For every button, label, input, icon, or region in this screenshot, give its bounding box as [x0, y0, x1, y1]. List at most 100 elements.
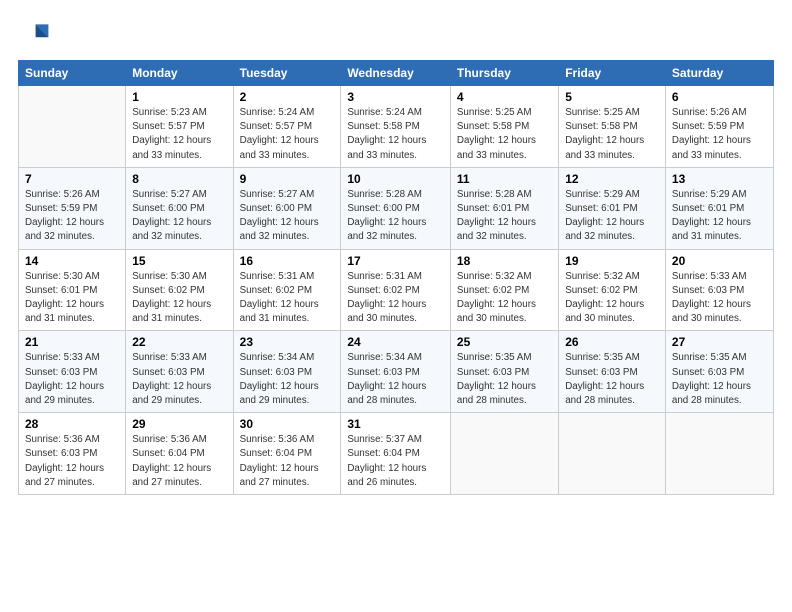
week-row-3: 14 Sunrise: 5:30 AM Sunset: 6:01 PM Dayli…: [19, 249, 774, 331]
day-number: 13: [672, 172, 767, 186]
day-number: 9: [240, 172, 335, 186]
week-row-2: 7 Sunrise: 5:26 AM Sunset: 5:59 PM Daylig…: [19, 167, 774, 249]
day-cell: 12 Sunrise: 5:29 AM Sunset: 6:01 PM Dayli…: [559, 167, 666, 249]
day-cell: 1 Sunrise: 5:23 AM Sunset: 5:57 PM Daylig…: [126, 86, 233, 168]
day-cell: 27 Sunrise: 5:35 AM Sunset: 6:03 PM Dayli…: [665, 331, 773, 413]
day-info: Sunrise: 5:27 AM Sunset: 6:00 PM Dayligh…: [132, 188, 226, 245]
day-number: 1: [132, 90, 226, 104]
day-info: Sunrise: 5:36 AM Sunset: 6:04 PM Dayligh…: [132, 433, 226, 490]
col-header-friday: Friday: [559, 61, 666, 86]
week-row-1: 1 Sunrise: 5:23 AM Sunset: 5:57 PM Daylig…: [19, 86, 774, 168]
col-header-tuesday: Tuesday: [233, 61, 341, 86]
day-number: 14: [25, 254, 119, 268]
day-number: 23: [240, 335, 335, 349]
day-cell: 30 Sunrise: 5:36 AM Sunset: 6:04 PM Dayli…: [233, 413, 341, 495]
day-cell: 18 Sunrise: 5:32 AM Sunset: 6:02 PM Dayli…: [450, 249, 558, 331]
day-number: 2: [240, 90, 335, 104]
day-info: Sunrise: 5:26 AM Sunset: 5:59 PM Dayligh…: [25, 188, 119, 245]
day-cell: 11Sunrise: 5:28 AM Sunset: 6:01 PM Dayli…: [450, 167, 558, 249]
day-number: 22: [132, 335, 226, 349]
day-info: Sunrise: 5:27 AM Sunset: 6:00 PM Dayligh…: [240, 188, 335, 245]
day-number: 15: [132, 254, 226, 268]
day-number: 24: [347, 335, 444, 349]
header: [18, 18, 774, 50]
day-number: 19: [565, 254, 659, 268]
day-info: Sunrise: 5:31 AM Sunset: 6:02 PM Dayligh…: [347, 270, 444, 327]
day-number: 6: [672, 90, 767, 104]
day-number: 18: [457, 254, 552, 268]
calendar-table: SundayMondayTuesdayWednesdayThursdayFrid…: [18, 60, 774, 495]
day-number: 28: [25, 417, 119, 431]
day-cell: 17 Sunrise: 5:31 AM Sunset: 6:02 PM Dayli…: [341, 249, 451, 331]
day-info: Sunrise: 5:29 AM Sunset: 6:01 PM Dayligh…: [672, 188, 767, 245]
day-cell: 22 Sunrise: 5:33 AM Sunset: 6:03 PM Dayli…: [126, 331, 233, 413]
day-cell: 16 Sunrise: 5:31 AM Sunset: 6:02 PM Dayli…: [233, 249, 341, 331]
day-cell: 6Sunrise: 5:26 AM Sunset: 5:59 PM Daylig…: [665, 86, 773, 168]
day-info: Sunrise: 5:31 AM Sunset: 6:02 PM Dayligh…: [240, 270, 335, 327]
day-info: Sunrise: 5:25 AM Sunset: 5:58 PM Dayligh…: [457, 106, 552, 163]
col-header-saturday: Saturday: [665, 61, 773, 86]
day-info: Sunrise: 5:35 AM Sunset: 6:03 PM Dayligh…: [565, 351, 659, 408]
day-info: Sunrise: 5:35 AM Sunset: 6:03 PM Dayligh…: [672, 351, 767, 408]
day-cell: 7 Sunrise: 5:26 AM Sunset: 5:59 PM Daylig…: [19, 167, 126, 249]
day-cell: 26 Sunrise: 5:35 AM Sunset: 6:03 PM Dayli…: [559, 331, 666, 413]
day-cell: 31Sunrise: 5:37 AM Sunset: 6:04 PM Dayli…: [341, 413, 451, 495]
day-number: 27: [672, 335, 767, 349]
day-cell: 3 Sunrise: 5:24 AM Sunset: 5:58 PM Daylig…: [341, 86, 451, 168]
day-number: 26: [565, 335, 659, 349]
day-number: 16: [240, 254, 335, 268]
day-number: 8: [132, 172, 226, 186]
day-info: Sunrise: 5:24 AM Sunset: 5:58 PM Dayligh…: [347, 106, 444, 163]
day-cell: [559, 413, 666, 495]
day-cell: [665, 413, 773, 495]
day-cell: 21 Sunrise: 5:33 AM Sunset: 6:03 PM Dayli…: [19, 331, 126, 413]
week-row-4: 21 Sunrise: 5:33 AM Sunset: 6:03 PM Dayli…: [19, 331, 774, 413]
col-header-monday: Monday: [126, 61, 233, 86]
day-cell: 10Sunrise: 5:28 AM Sunset: 6:00 PM Dayli…: [341, 167, 451, 249]
day-info: Sunrise: 5:29 AM Sunset: 6:01 PM Dayligh…: [565, 188, 659, 245]
day-number: 25: [457, 335, 552, 349]
day-info: Sunrise: 5:32 AM Sunset: 6:02 PM Dayligh…: [565, 270, 659, 327]
day-number: 7: [25, 172, 119, 186]
day-cell: 24Sunrise: 5:34 AM Sunset: 6:03 PM Dayli…: [341, 331, 451, 413]
day-info: Sunrise: 5:33 AM Sunset: 6:03 PM Dayligh…: [672, 270, 767, 327]
day-cell: 15Sunrise: 5:30 AM Sunset: 6:02 PM Dayli…: [126, 249, 233, 331]
col-header-thursday: Thursday: [450, 61, 558, 86]
day-number: 21: [25, 335, 119, 349]
day-info: Sunrise: 5:23 AM Sunset: 5:57 PM Dayligh…: [132, 106, 226, 163]
day-info: Sunrise: 5:34 AM Sunset: 6:03 PM Dayligh…: [240, 351, 335, 408]
day-cell: 23 Sunrise: 5:34 AM Sunset: 6:03 PM Dayli…: [233, 331, 341, 413]
day-number: 20: [672, 254, 767, 268]
day-info: Sunrise: 5:35 AM Sunset: 6:03 PM Dayligh…: [457, 351, 552, 408]
day-cell: 9 Sunrise: 5:27 AM Sunset: 6:00 PM Daylig…: [233, 167, 341, 249]
day-cell: 28 Sunrise: 5:36 AM Sunset: 6:03 PM Dayli…: [19, 413, 126, 495]
day-info: Sunrise: 5:32 AM Sunset: 6:02 PM Dayligh…: [457, 270, 552, 327]
day-number: 17: [347, 254, 444, 268]
day-cell: 14 Sunrise: 5:30 AM Sunset: 6:01 PM Dayli…: [19, 249, 126, 331]
day-number: 5: [565, 90, 659, 104]
day-cell: 20 Sunrise: 5:33 AM Sunset: 6:03 PM Dayli…: [665, 249, 773, 331]
day-number: 4: [457, 90, 552, 104]
day-cell: 19 Sunrise: 5:32 AM Sunset: 6:02 PM Dayli…: [559, 249, 666, 331]
day-number: 11: [457, 172, 552, 186]
day-info: Sunrise: 5:33 AM Sunset: 6:03 PM Dayligh…: [132, 351, 226, 408]
day-info: Sunrise: 5:36 AM Sunset: 6:04 PM Dayligh…: [240, 433, 335, 490]
day-info: Sunrise: 5:33 AM Sunset: 6:03 PM Dayligh…: [25, 351, 119, 408]
day-cell: 8 Sunrise: 5:27 AM Sunset: 6:00 PM Daylig…: [126, 167, 233, 249]
day-info: Sunrise: 5:30 AM Sunset: 6:01 PM Dayligh…: [25, 270, 119, 327]
day-cell: 2 Sunrise: 5:24 AM Sunset: 5:57 PM Daylig…: [233, 86, 341, 168]
day-info: Sunrise: 5:36 AM Sunset: 6:03 PM Dayligh…: [25, 433, 119, 490]
day-cell: 29Sunrise: 5:36 AM Sunset: 6:04 PM Dayli…: [126, 413, 233, 495]
day-cell: [19, 86, 126, 168]
day-info: Sunrise: 5:28 AM Sunset: 6:00 PM Dayligh…: [347, 188, 444, 245]
day-number: 3: [347, 90, 444, 104]
day-info: Sunrise: 5:24 AM Sunset: 5:57 PM Dayligh…: [240, 106, 335, 163]
day-cell: 13 Sunrise: 5:29 AM Sunset: 6:01 PM Dayli…: [665, 167, 773, 249]
day-info: Sunrise: 5:37 AM Sunset: 6:04 PM Dayligh…: [347, 433, 444, 490]
day-number: 12: [565, 172, 659, 186]
day-number: 30: [240, 417, 335, 431]
day-info: Sunrise: 5:25 AM Sunset: 5:58 PM Dayligh…: [565, 106, 659, 163]
page: SundayMondayTuesdayWednesdayThursdayFrid…: [0, 0, 792, 612]
day-cell: 25 Sunrise: 5:35 AM Sunset: 6:03 PM Dayli…: [450, 331, 558, 413]
day-cell: 5 Sunrise: 5:25 AM Sunset: 5:58 PM Daylig…: [559, 86, 666, 168]
